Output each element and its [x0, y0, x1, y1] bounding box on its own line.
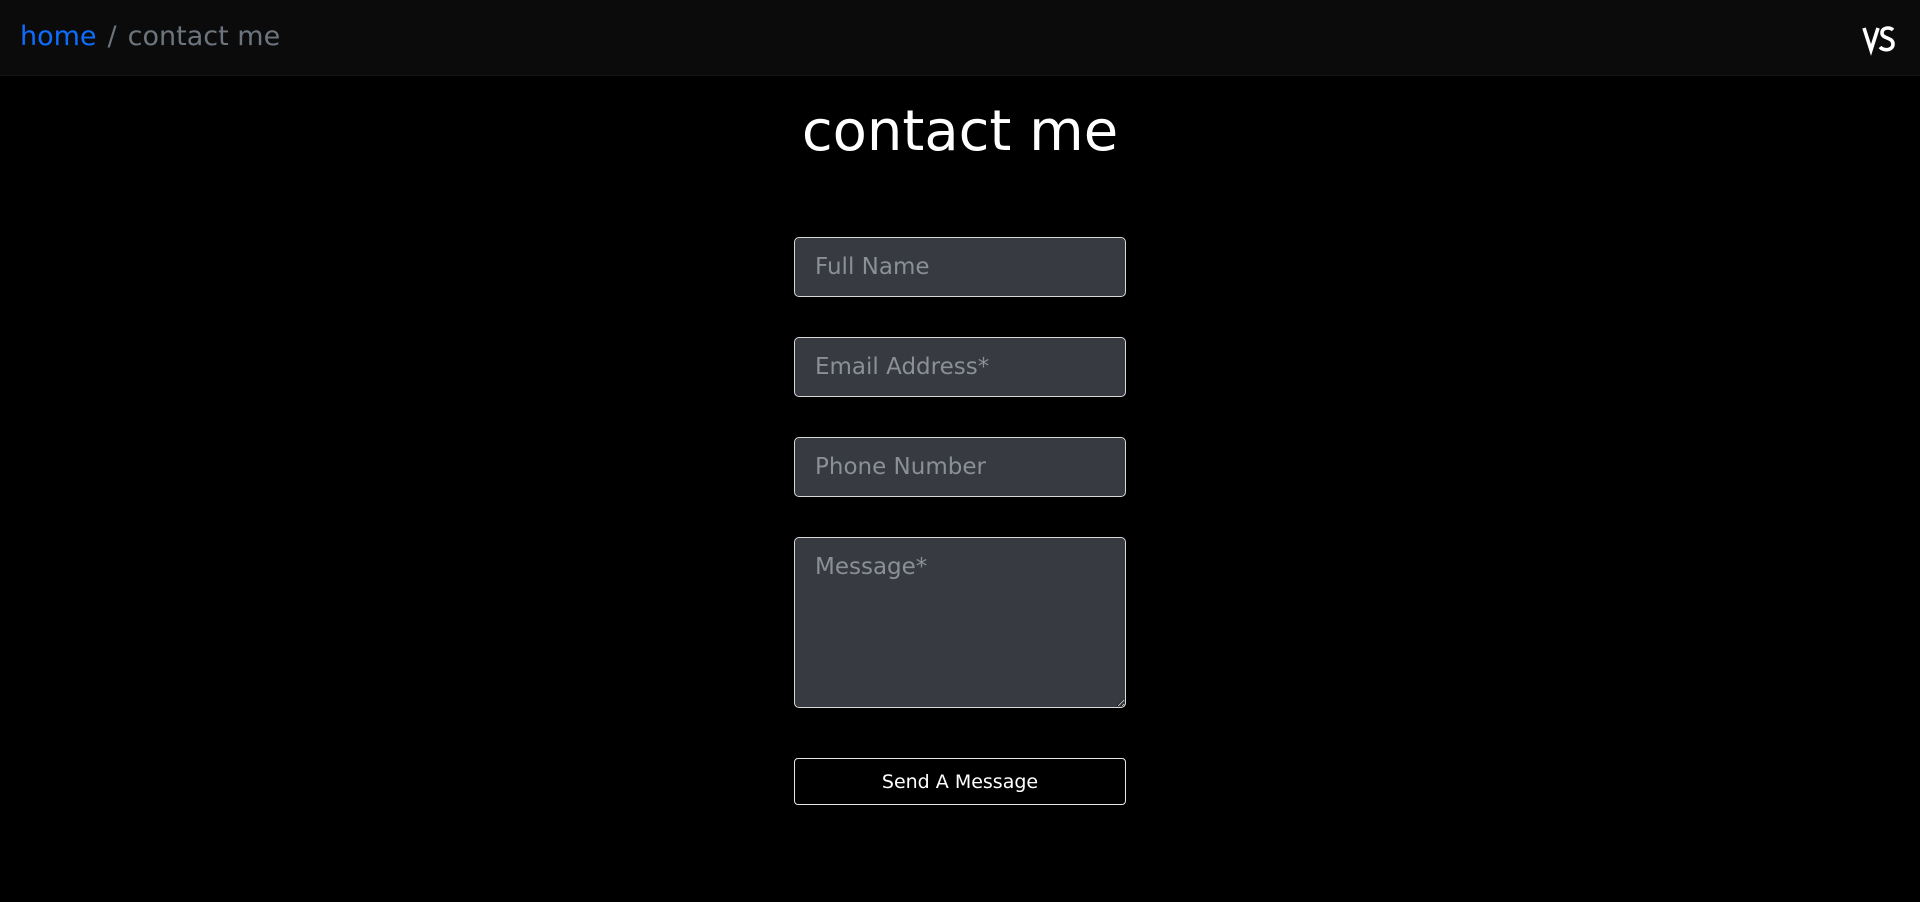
breadcrumb-home-link[interactable]: home — [20, 21, 97, 52]
email-input[interactable] — [794, 337, 1126, 397]
contact-form: Send A Message — [794, 237, 1126, 805]
page-title: contact me — [801, 99, 1119, 164]
breadcrumb: home / contact me — [20, 17, 280, 57]
breadcrumb-separator: / — [107, 21, 117, 52]
message-textarea[interactable] — [794, 537, 1126, 708]
phone-input[interactable] — [794, 437, 1126, 497]
full-name-input[interactable] — [794, 237, 1126, 297]
top-bar: home / contact me — [0, 0, 1920, 75]
send-message-button[interactable]: Send A Message — [794, 758, 1126, 805]
breadcrumb-current: contact me — [127, 21, 281, 52]
vs-logo-icon[interactable] — [1862, 22, 1896, 56]
